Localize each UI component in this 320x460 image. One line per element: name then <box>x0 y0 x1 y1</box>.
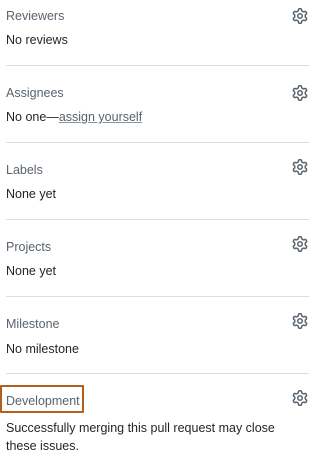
gear-icon <box>292 313 308 329</box>
assign-yourself-link[interactable]: assign yourself <box>59 110 142 124</box>
labels-value: None yet <box>6 187 57 201</box>
assignees-value-prefix: No one— <box>6 110 59 124</box>
reviewers-value: No reviews <box>6 33 68 47</box>
reviewers-settings-button[interactable] <box>291 7 309 25</box>
milestone-heading: Milestone <box>6 317 60 331</box>
divider <box>6 373 309 374</box>
assignees-heading: Assignees <box>6 86 64 100</box>
labels-heading: Labels <box>6 163 43 177</box>
projects-value: None yet <box>6 264 57 278</box>
gear-icon <box>292 159 308 175</box>
assignees-settings-button[interactable] <box>291 84 309 102</box>
projects-settings-button[interactable] <box>291 235 309 253</box>
milestone-value: No milestone <box>6 342 79 356</box>
pr-sidebar: Reviewers No reviews Assignees No one—as… <box>0 0 309 460</box>
divider <box>6 219 309 220</box>
gear-icon <box>292 236 308 252</box>
development-description: Successfully merging this pull request m… <box>6 421 275 453</box>
labels-settings-button[interactable] <box>291 158 309 176</box>
gear-icon <box>292 85 308 101</box>
gear-icon <box>292 390 308 406</box>
divider <box>6 296 309 297</box>
divider <box>6 65 309 66</box>
development-settings-button[interactable] <box>291 389 309 407</box>
projects-heading: Projects <box>6 240 52 254</box>
development-heading[interactable]: Development <box>6 393 80 409</box>
milestone-settings-button[interactable] <box>291 312 309 330</box>
gear-icon <box>292 8 308 24</box>
reviewers-heading: Reviewers <box>6 9 65 23</box>
assignees-value: No one—assign yourself <box>6 109 142 126</box>
divider <box>6 142 309 143</box>
